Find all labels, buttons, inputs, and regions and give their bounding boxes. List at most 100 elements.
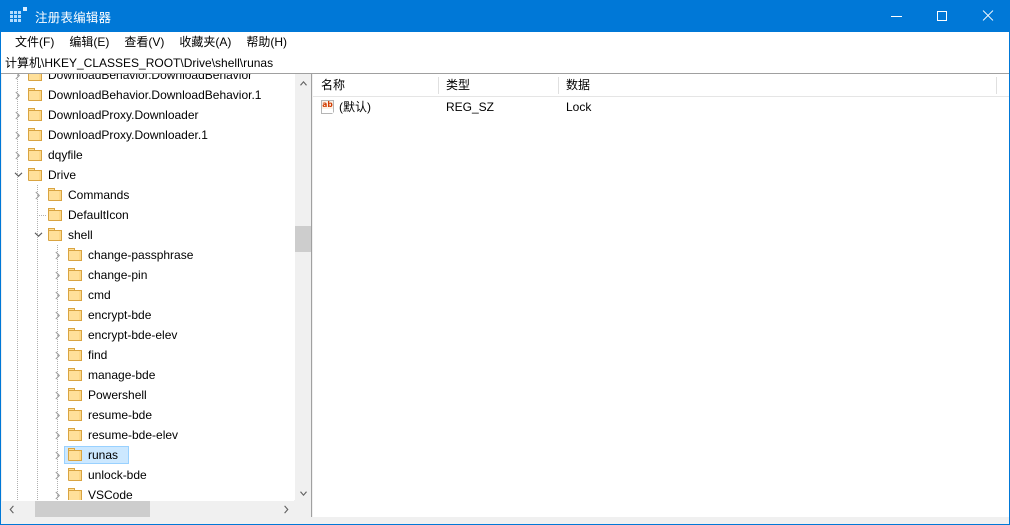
- chevron-right-icon[interactable]: [50, 285, 66, 305]
- tree-guide-line: [17, 465, 18, 485]
- tree-guide-line: [37, 345, 38, 365]
- tree-node[interactable]: change-passphrase: [2, 245, 295, 265]
- tree-guide-line: [37, 405, 38, 425]
- folder-icon: [28, 88, 44, 102]
- chevron-right-icon[interactable]: [10, 74, 26, 85]
- window-controls: [873, 0, 1009, 32]
- tree-horizontal-scrollbar[interactable]: [2, 500, 295, 517]
- tree-node[interactable]: Powershell: [2, 385, 295, 405]
- maximize-icon: [937, 11, 947, 21]
- tree-hscroll-thumb[interactable]: [35, 501, 150, 517]
- minimize-button[interactable]: [873, 0, 919, 32]
- tree-node[interactable]: DefaultIcon: [2, 205, 295, 225]
- folder-icon: [48, 228, 64, 242]
- tree-node[interactable]: DownloadProxy.Downloader.1: [2, 125, 295, 145]
- tree-guide-line: [17, 425, 18, 445]
- tree-node[interactable]: unlock-bde: [2, 465, 295, 485]
- chevron-right-icon[interactable]: [10, 125, 26, 145]
- address-bar[interactable]: 计算机\HKEY_CLASSES_ROOT\Drive\shell\runas: [1, 53, 1009, 74]
- tree-guide-line: [37, 465, 38, 485]
- tree-guide-stub: [37, 215, 46, 216]
- column-divider-2[interactable]: [558, 77, 559, 94]
- tree-node-label: dqyfile: [48, 148, 83, 162]
- chevron-right-icon[interactable]: [10, 145, 26, 165]
- folder-icon: [68, 448, 84, 462]
- folder-icon: [68, 428, 84, 442]
- chevron-right-icon[interactable]: [50, 425, 66, 445]
- tree-node-label: DownloadProxy.Downloader: [48, 108, 199, 122]
- column-header-data[interactable]: 数据: [558, 74, 996, 97]
- chevron-right-icon[interactable]: [50, 245, 66, 265]
- chevron-right-icon[interactable]: [50, 465, 66, 485]
- tree-vertical-scrollbar[interactable]: [294, 74, 311, 502]
- tree-guide-line: [37, 305, 38, 325]
- tree-node[interactable]: find: [2, 345, 295, 365]
- chevron-right-icon[interactable]: [50, 305, 66, 325]
- chevron-right-icon[interactable]: [50, 345, 66, 365]
- chevron-right-icon[interactable]: [50, 405, 66, 425]
- tree-node[interactable]: Drive: [2, 165, 295, 185]
- list-cell-type: REG_SZ: [446, 100, 495, 114]
- tree-node[interactable]: encrypt-bde: [2, 305, 295, 325]
- registry-tree[interactable]: DownloadBehavior.DownloadBehavior Downloa…: [2, 74, 295, 502]
- menu-item-view[interactable]: 查看(V): [117, 33, 172, 52]
- scroll-left-icon[interactable]: [2, 501, 19, 517]
- menu-item-help[interactable]: 帮助(H): [239, 33, 295, 52]
- registry-tree-pane: DownloadBehavior.DownloadBehavior Downloa…: [2, 74, 312, 517]
- tree-node[interactable]: cmd: [2, 285, 295, 305]
- tree-node-selected[interactable]: runas: [2, 445, 295, 465]
- registry-editor-icon: [10, 7, 27, 24]
- chevron-right-icon[interactable]: [50, 325, 66, 345]
- tree-node[interactable]: DownloadProxy.Downloader: [2, 105, 295, 125]
- tree-node[interactable]: resume-bde: [2, 405, 295, 425]
- folder-icon: [68, 288, 84, 302]
- tree-node[interactable]: encrypt-bde-elev: [2, 325, 295, 345]
- column-divider-1[interactable]: [438, 77, 439, 94]
- chevron-right-icon[interactable]: [50, 365, 66, 385]
- folder-icon: [68, 328, 84, 342]
- menu-item-favorites[interactable]: 收藏夹(A): [172, 33, 239, 52]
- column-divider-3[interactable]: [996, 77, 997, 94]
- tree-vscroll-thumb[interactable]: [295, 226, 311, 252]
- tree-node-label: encrypt-bde: [88, 308, 152, 322]
- menu-item-file[interactable]: 文件(F): [8, 33, 62, 52]
- folder-icon: [68, 268, 84, 282]
- tree-node[interactable]: DownloadBehavior.DownloadBehavior.1: [2, 85, 295, 105]
- tree-node-label: Commands: [68, 188, 130, 202]
- column-header-name[interactable]: 名称: [313, 74, 438, 97]
- tree-guide-line: [17, 185, 18, 205]
- tree-node[interactable]: resume-bde-elev: [2, 425, 295, 445]
- tree-guide-line: [17, 205, 18, 225]
- list-cell-name: (默认): [339, 100, 371, 114]
- registry-editor-window: 注册表编辑器 文件(F) 编辑(E) 查看(V) 收藏夹(A) 帮助(H) 计算…: [0, 0, 1010, 525]
- list-header: 名称 类型 数据: [313, 74, 1009, 97]
- column-header-type[interactable]: 类型: [438, 74, 558, 97]
- tree-guide-line: [37, 265, 38, 285]
- minimize-icon: [890, 15, 902, 17]
- tree-guide-line: [17, 385, 18, 405]
- menu-item-edit[interactable]: 编辑(E): [62, 33, 117, 52]
- chevron-right-icon[interactable]: [30, 185, 46, 205]
- chevron-down-icon[interactable]: [10, 165, 26, 185]
- tree-node[interactable]: Commands: [2, 185, 295, 205]
- chevron-right-icon[interactable]: [50, 385, 66, 405]
- chevron-right-icon[interactable]: [50, 265, 66, 285]
- tree-node[interactable]: shell: [2, 225, 295, 245]
- chevron-right-icon[interactable]: [10, 105, 26, 125]
- tree-node[interactable]: change-pin: [2, 265, 295, 285]
- chevron-down-icon[interactable]: [30, 225, 46, 245]
- maximize-button[interactable]: [919, 0, 965, 32]
- tree-node[interactable]: dqyfile: [2, 145, 295, 165]
- tree-node-label: DownloadProxy.Downloader.1: [48, 128, 208, 142]
- list-row[interactable]: ab (默认) REG_SZ Lock: [313, 97, 1009, 118]
- tree-node[interactable]: DownloadBehavior.DownloadBehavior: [2, 74, 295, 85]
- chevron-right-icon[interactable]: [10, 85, 26, 105]
- tree-node-label: DownloadBehavior.DownloadBehavior: [48, 74, 253, 82]
- scroll-up-icon[interactable]: [295, 74, 311, 91]
- tree-node-label: Drive: [48, 168, 77, 182]
- tree-guide-line: [17, 365, 18, 385]
- scroll-right-icon[interactable]: [278, 501, 295, 517]
- close-button[interactable]: [965, 0, 1009, 32]
- tree-node-label: manage-bde: [88, 368, 156, 382]
- tree-node[interactable]: manage-bde: [2, 365, 295, 385]
